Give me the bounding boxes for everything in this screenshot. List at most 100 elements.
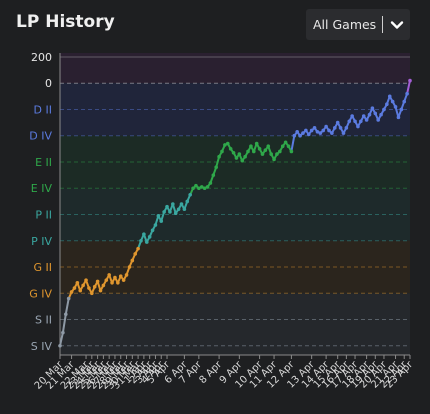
lp-data-point	[376, 118, 380, 122]
lp-data-point	[110, 280, 114, 285]
lp-data-point	[113, 275, 117, 280]
lp-data-point	[275, 152, 279, 156]
lp-data-point	[185, 199, 190, 204]
lp-data-point	[298, 133, 302, 138]
lp-data-point	[101, 283, 106, 288]
y-tick-label: D IV	[29, 130, 52, 143]
lp-data-point	[324, 124, 328, 129]
lp-data-point	[385, 102, 389, 107]
y-tick-label: P IV	[31, 235, 52, 248]
lp-data-point	[142, 232, 146, 236]
lp-data-point	[321, 128, 326, 133]
lp-data-point	[58, 344, 62, 348]
lp-data-point	[176, 207, 181, 212]
lp-data-point	[283, 140, 288, 145]
y-tick-label: P II	[35, 209, 52, 222]
lp-data-point	[272, 157, 276, 162]
lp-data-point	[130, 258, 135, 263]
lp-data-point	[364, 118, 369, 122]
lp-data-point	[228, 147, 233, 151]
lp-data-point	[361, 114, 366, 118]
lp-data-point	[124, 273, 129, 277]
lp-data-point	[278, 149, 282, 154]
lp-data-point	[249, 144, 253, 149]
y-tick-label: G II	[33, 261, 52, 274]
lp-data-point	[225, 141, 230, 146]
lp-data-point	[104, 278, 109, 282]
lp-data-point	[75, 280, 80, 285]
lp-data-point	[208, 181, 213, 185]
lp-data-point	[263, 148, 268, 152]
lp-data-point	[81, 283, 85, 288]
lp-data-point	[127, 265, 132, 269]
tier-band	[60, 53, 410, 84]
y-tick-label: S IV	[31, 340, 53, 353]
lp-data-point	[243, 154, 247, 159]
lp-data-point	[234, 156, 239, 160]
lp-data-point	[90, 291, 94, 296]
lp-data-point	[338, 126, 343, 130]
lp-data-point	[133, 252, 138, 256]
lp-data-point	[159, 219, 164, 223]
lp-data-point	[240, 158, 245, 163]
lp-data-point	[356, 124, 360, 129]
lp-data-point	[118, 274, 123, 279]
lp-data-point	[373, 111, 378, 116]
lp-data-point	[182, 207, 187, 212]
lp-data-point	[330, 131, 334, 135]
lp-data-point	[301, 131, 305, 135]
lp-data-point	[121, 278, 126, 282]
lp-data-point	[266, 144, 271, 149]
lp-data-point	[63, 312, 68, 317]
lp-data-point	[393, 105, 398, 109]
lp-history-chart: 200 0 D II D IV E II E IV P II P IV G II G IV S II…	[29, 51, 416, 392]
lp-data-point	[286, 144, 291, 149]
x-axis: 20 Mar21 Mar22 Mar23 Mar24 Mar25 Mar26 M…	[33, 355, 416, 392]
lp-data-point	[188, 193, 192, 197]
lp-data-point	[347, 119, 352, 124]
lp-data-point	[341, 131, 346, 135]
lp-data-point	[69, 290, 74, 294]
y-tick-label: G IV	[29, 287, 52, 300]
lp-data-point	[246, 149, 250, 154]
lp-data-point	[61, 330, 65, 335]
lp-data-point	[66, 296, 71, 301]
lp-data-point	[107, 273, 111, 277]
lp-data-point	[367, 112, 372, 117]
lp-data-point	[84, 278, 88, 282]
lp-data-point	[382, 107, 386, 112]
tier-bands	[60, 53, 410, 355]
lp-data-point	[162, 210, 166, 214]
lp-data-point	[205, 185, 210, 189]
lp-data-point	[379, 112, 383, 117]
lp-data-point	[350, 114, 354, 118]
lp-data-point	[153, 223, 158, 227]
lp-data-point	[370, 106, 375, 110]
lp-data-point	[87, 286, 91, 290]
lp-data-point	[144, 240, 149, 244]
lp-data-point	[332, 126, 337, 130]
lp-data-point	[98, 288, 103, 293]
lp-data-point	[254, 141, 259, 146]
lp-data-point	[150, 228, 155, 233]
lp-data-point	[191, 186, 195, 191]
lp-data-point	[231, 150, 236, 155]
lp-data-point	[292, 133, 297, 138]
lp-data-point	[335, 120, 340, 125]
lp-data-point	[318, 131, 323, 135]
y-tick-label: D II	[34, 103, 52, 116]
lp-data-point	[116, 280, 120, 285]
lp-data-point	[304, 128, 308, 133]
lp-data-point	[78, 288, 83, 293]
lp-data-point	[95, 279, 100, 284]
lp-data-point	[295, 129, 299, 134]
lp-data-point	[92, 284, 97, 289]
lp-data-point	[72, 286, 77, 290]
lp-data-point	[387, 94, 392, 99]
lp-data-point	[260, 152, 265, 156]
lp-data-point	[289, 149, 294, 154]
lp-data-point	[390, 99, 395, 104]
lp-data-point	[136, 246, 140, 251]
lp-data-point	[173, 211, 178, 215]
lp-data-point	[280, 144, 285, 149]
